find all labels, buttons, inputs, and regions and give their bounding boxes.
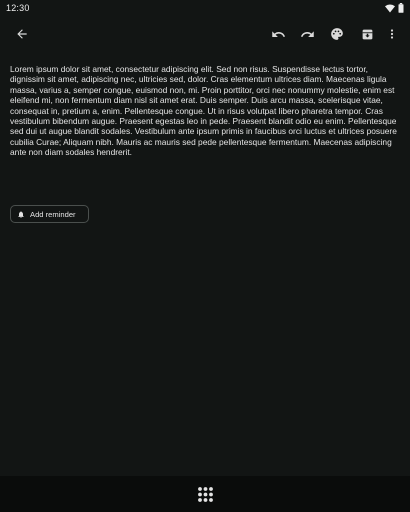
undo-icon bbox=[271, 27, 286, 42]
apps-grid-icon bbox=[197, 486, 214, 503]
apps-grid-button[interactable] bbox=[195, 484, 215, 504]
wifi-icon bbox=[385, 4, 395, 13]
undo-button[interactable] bbox=[266, 22, 290, 46]
more-options-button[interactable] bbox=[380, 22, 404, 46]
archive-icon bbox=[361, 28, 374, 41]
toolbar bbox=[0, 20, 410, 48]
arrow-back-icon bbox=[15, 27, 29, 41]
add-reminder-label: Add reminder bbox=[30, 209, 76, 219]
note-body-text[interactable]: Lorem ipsum dolor sit amet, consectetur … bbox=[10, 64, 400, 158]
status-icons bbox=[385, 3, 404, 13]
status-bar: 12:30 bbox=[0, 0, 410, 16]
back-button[interactable] bbox=[10, 22, 34, 46]
palette-icon bbox=[330, 27, 344, 41]
redo-button[interactable] bbox=[295, 22, 319, 46]
bottom-bar bbox=[0, 476, 410, 512]
add-reminder-button[interactable]: Add reminder bbox=[10, 205, 89, 223]
archive-button[interactable] bbox=[355, 22, 379, 46]
note-editor-screen: 12:30 Lorem ipsum dolor sit amet, consec… bbox=[0, 0, 410, 512]
status-time: 12:30 bbox=[6, 3, 30, 13]
battery-icon bbox=[398, 3, 404, 13]
redo-icon bbox=[300, 27, 315, 42]
bell-icon bbox=[17, 210, 25, 219]
palette-button[interactable] bbox=[325, 22, 349, 46]
more-vert-icon bbox=[386, 27, 398, 41]
